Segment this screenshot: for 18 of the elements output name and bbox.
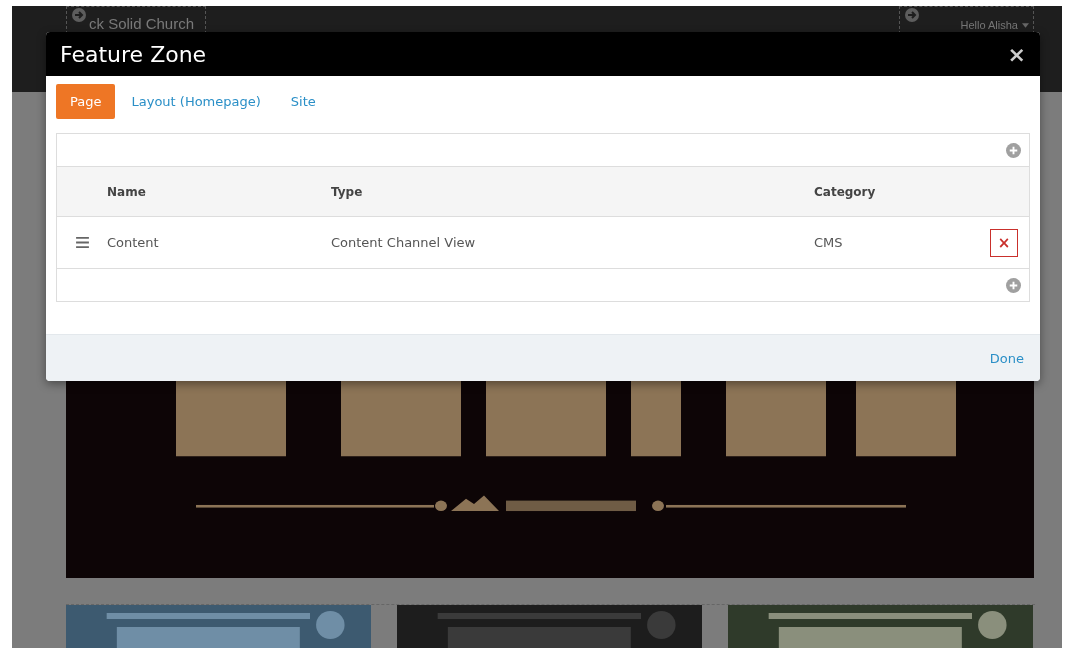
table-cell-text: Content — [107, 235, 160, 250]
drag-handle-icon[interactable] — [75, 237, 89, 248]
caret-icon[interactable] — [1022, 22, 1029, 28]
done-link[interactable]: Done — [989, 350, 1024, 366]
tab[interactable]: Page — [56, 84, 116, 119]
column-header: Type — [331, 184, 364, 199]
column-header: Category — [814, 184, 877, 199]
tab[interactable]: Layout (Homepage) — [117, 84, 275, 119]
table-cell-text: Content Channel View — [331, 235, 477, 250]
column-header: Name — [107, 184, 147, 199]
delete-button[interactable]: × — [990, 228, 1018, 257]
table-cell-text: CMS — [814, 235, 844, 250]
add-icon[interactable] — [1006, 277, 1021, 293]
add-icon[interactable] — [1006, 142, 1021, 158]
tab[interactable]: Site — [276, 84, 330, 119]
close-button[interactable]: × — [1007, 41, 1026, 67]
modal-title: Feature Zone — [60, 41, 207, 67]
user-menu[interactable]: Hello Alisha — [960, 19, 1018, 31]
